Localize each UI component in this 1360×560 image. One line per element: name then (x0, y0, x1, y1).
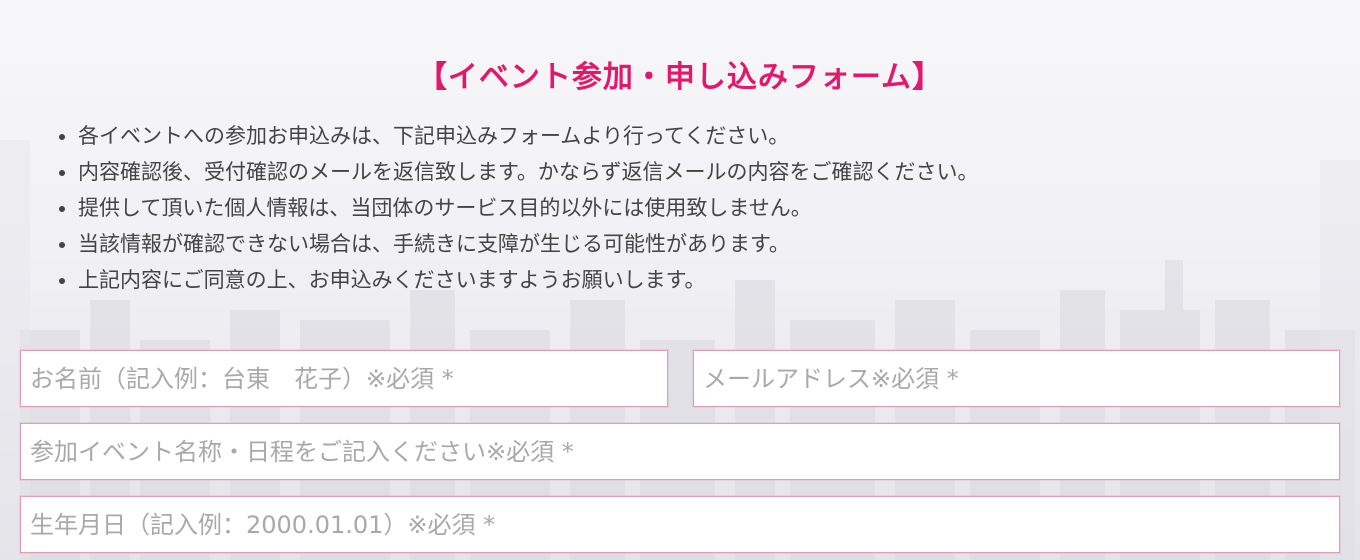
birthdate-input[interactable] (20, 496, 1340, 553)
form-title: 【イベント参加・申し込みフォーム】 (416, 60, 944, 95)
name-input[interactable] (20, 350, 668, 407)
form-notes-list: 各イベントへの参加お申込みは、下記申込みフォームより行ってください。 内容確認後… (56, 118, 978, 298)
note-item: 内容確認後、受付確認のメールを返信致します。かならず返信メールの内容をご確認くだ… (78, 154, 978, 190)
note-item: 当該情報が確認できない場合は、手続きに支障が生じる可能性があります。 (78, 226, 978, 262)
event-input[interactable] (20, 423, 1340, 480)
note-item: 上記内容にご同意の上、お申込みくださいますようお願いします。 (78, 262, 978, 298)
note-item: 各イベントへの参加お申込みは、下記申込みフォームより行ってください。 (78, 118, 978, 154)
email-input[interactable] (693, 350, 1340, 407)
note-item: 提供して頂いた個人情報は、当団体のサービス目的以外には使用致しません。 (78, 190, 978, 226)
